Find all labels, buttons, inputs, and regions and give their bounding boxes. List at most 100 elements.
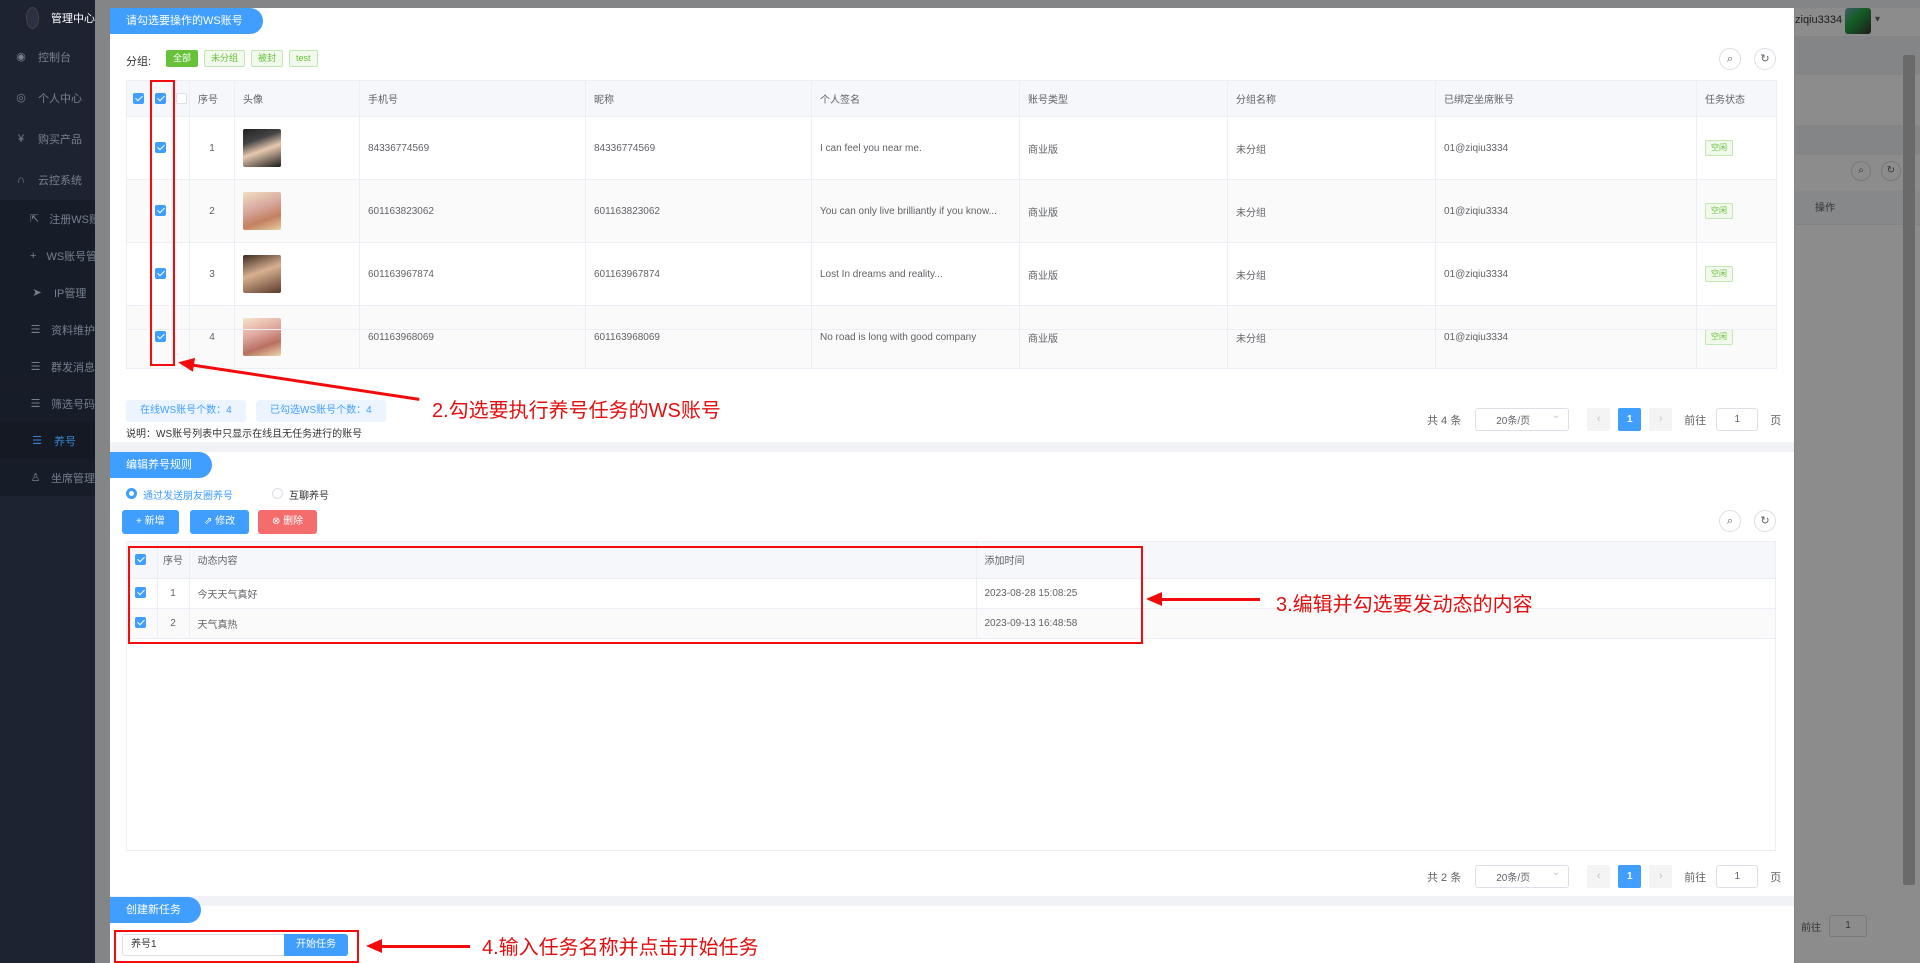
- goto-page-input[interactable]: 1: [1716, 408, 1759, 431]
- accounts-section-tab: 请勾选要操作的WS账号: [110, 8, 263, 34]
- avatar: [243, 192, 281, 230]
- status-cell: 空闲: [1696, 242, 1777, 306]
- row-index: 3: [189, 242, 235, 306]
- plus-icon: +: [30, 249, 37, 262]
- delete-button[interactable]: ⊗ 删除: [258, 510, 318, 534]
- dashboard-icon: ◉: [16, 51, 26, 63]
- cell-nickname: 84336774569: [585, 116, 812, 180]
- cell-seat: 01@ziqiu3334: [1435, 116, 1697, 180]
- table-row[interactable]: 2 601163823062 601163823062 You can only li…: [126, 179, 1777, 243]
- sidebar-subitem-4[interactable]: ☰ 群发消息: [0, 348, 95, 385]
- cell-signature: You can only live brilliantly if you kno…: [811, 179, 1020, 243]
- annotation-step4: 4.输入任务名称并点击开始任务: [482, 937, 759, 959]
- group-tag-0[interactable]: 全部: [166, 50, 199, 67]
- modal-dialog: 请勾选要操作的WS账号 分组: 全部 未分组 被封 test ⌕ ↻ 序号 头像 手机号昵…: [110, 8, 1794, 963]
- cell-nickname: 601163968069: [585, 305, 812, 369]
- radio-chat[interactable]: [272, 488, 283, 499]
- sidebar-subitem-1[interactable]: + WS账号管理: [0, 237, 95, 274]
- list-icon: ☰: [30, 398, 41, 410]
- page-number-button[interactable]: 1: [1618, 408, 1642, 431]
- column-header: 序号: [189, 80, 235, 117]
- sidebar-subitem-6[interactable]: ☰ 养号: [0, 422, 95, 459]
- table-row[interactable]: 3 601163967874 601163967874 Lost In dreams …: [126, 242, 1777, 306]
- page-suffix: 页: [1770, 871, 1782, 884]
- section-divider: [110, 442, 1794, 452]
- page-suffix: 页: [1770, 414, 1782, 427]
- column-header: 手机号: [359, 80, 586, 117]
- radio-chat-label[interactable]: 互聊养号: [289, 487, 329, 502]
- yen-icon: ¥: [17, 132, 25, 145]
- column-header: 分组名称: [1227, 80, 1436, 117]
- edit-button[interactable]: ⇗ 修改: [190, 510, 250, 534]
- avatar: [243, 255, 281, 293]
- annotation-box-accounts: [150, 80, 175, 366]
- rules-pagination: 共 2 条 20条/页 ‹ 1 › 前往 1 页: [1427, 865, 1781, 888]
- sidebar-subitem-2[interactable]: ➤ IP管理: [0, 274, 95, 311]
- cell-group: 未分组: [1227, 305, 1436, 369]
- group-tags: 全部 未分组 被封 test: [166, 50, 324, 67]
- list-icon: ☰: [30, 361, 41, 373]
- refresh-icon[interactable]: ↻: [1754, 510, 1776, 532]
- list-icon: ☰: [32, 435, 42, 447]
- sidebar-item-1[interactable]: ◎ 个人中心: [0, 77, 95, 118]
- column-header: 个人签名: [811, 80, 1020, 117]
- sidebar-item-label: 购买产品: [38, 133, 82, 146]
- sidebar-subitem-5[interactable]: ☰ 筛选号码: [0, 385, 95, 422]
- note-text: 说明：WS账号列表中只显示在线且无任务进行的账号: [126, 429, 363, 440]
- radio-moments-label[interactable]: 通过发送朋友圈养号: [143, 487, 233, 502]
- status-cell: 空闲: [1696, 305, 1777, 369]
- sidebar-item-2[interactable]: ¥ 购买产品: [0, 118, 95, 159]
- cell-signature: I can feel you near me.: [811, 116, 1020, 180]
- refresh-icon[interactable]: ↻: [1754, 48, 1776, 70]
- search-icon[interactable]: ⌕: [1719, 48, 1741, 70]
- total-count: 共 2 条: [1427, 871, 1462, 884]
- prev-page-button[interactable]: ‹: [1587, 408, 1611, 431]
- sidebar-item-label: 云控系统: [38, 174, 82, 187]
- table-bottom-line: [126, 329, 1776, 330]
- task-section-tab: 创建新任务: [110, 897, 201, 923]
- sidebar-item-3[interactable]: ∩ 云控系统: [0, 159, 95, 200]
- sidebar-item-label: 个人中心: [38, 92, 82, 105]
- sidebar-subitem-0[interactable]: ⇱ 注册WS账号: [0, 200, 95, 237]
- column-header: 已绑定坐席账号: [1435, 80, 1697, 117]
- person-icon: ♙: [30, 472, 41, 484]
- send-icon: ➤: [32, 287, 42, 299]
- group-tag-3[interactable]: test: [289, 50, 318, 67]
- status-cell: 空闲: [1696, 116, 1777, 180]
- table-row[interactable]: 4 601163968069 601163968069 No road is long…: [126, 305, 1777, 369]
- section-divider: [110, 896, 1794, 906]
- page-number-button[interactable]: 1: [1618, 865, 1642, 888]
- annotation-step3: 3.编辑并勾选要发动态的内容: [1276, 594, 1533, 616]
- sidebar-subitem-3[interactable]: ☰ 资料维护: [0, 311, 95, 348]
- table-row[interactable]: 1 84336774569 84336774569 I can feel you ne…: [126, 116, 1777, 180]
- cell-group: 未分组: [1227, 116, 1436, 180]
- group-tag-2[interactable]: 被封: [251, 50, 284, 67]
- goto-label: 前往: [1684, 414, 1707, 427]
- radio-moments[interactable]: [126, 488, 137, 499]
- prev-page-button[interactable]: ‹: [1587, 865, 1611, 888]
- cell-seat: 01@ziqiu3334: [1435, 179, 1697, 243]
- cell-type: 商业版: [1019, 242, 1228, 306]
- next-page-button[interactable]: ›: [1649, 408, 1673, 431]
- sidebar-subitem-7[interactable]: ♙ 坐席管理: [0, 459, 95, 496]
- page-size-select[interactable]: 20条/页: [1475, 865, 1570, 888]
- add-button[interactable]: + 新增: [122, 510, 179, 534]
- sidebar-item-0[interactable]: ◉ 控制台: [0, 36, 95, 77]
- group-tag-1[interactable]: 未分组: [204, 50, 246, 67]
- next-page-button[interactable]: ›: [1649, 865, 1673, 888]
- avatar-cell: [234, 242, 360, 306]
- page-size-select[interactable]: 20条/页: [1475, 408, 1570, 431]
- annotation-arrow-4: [366, 939, 470, 953]
- select-all-checkbox[interactable]: [126, 80, 151, 117]
- search-icon[interactable]: ⌕: [1719, 510, 1741, 532]
- cell-phone: 84336774569: [359, 116, 586, 180]
- column-checkbox[interactable]: [172, 80, 190, 117]
- cell-phone: 601163968069: [359, 305, 586, 369]
- app-logo: 管理中心: [0, 0, 95, 36]
- status-badge: 空闲: [1705, 329, 1733, 345]
- cell-phone: 601163823062: [359, 179, 586, 243]
- row-index: 4: [189, 305, 235, 369]
- sidebar-subitem-label: 群发消息: [51, 361, 95, 374]
- goto-page-input[interactable]: 1: [1716, 865, 1759, 888]
- cell-type: 商业版: [1019, 305, 1228, 369]
